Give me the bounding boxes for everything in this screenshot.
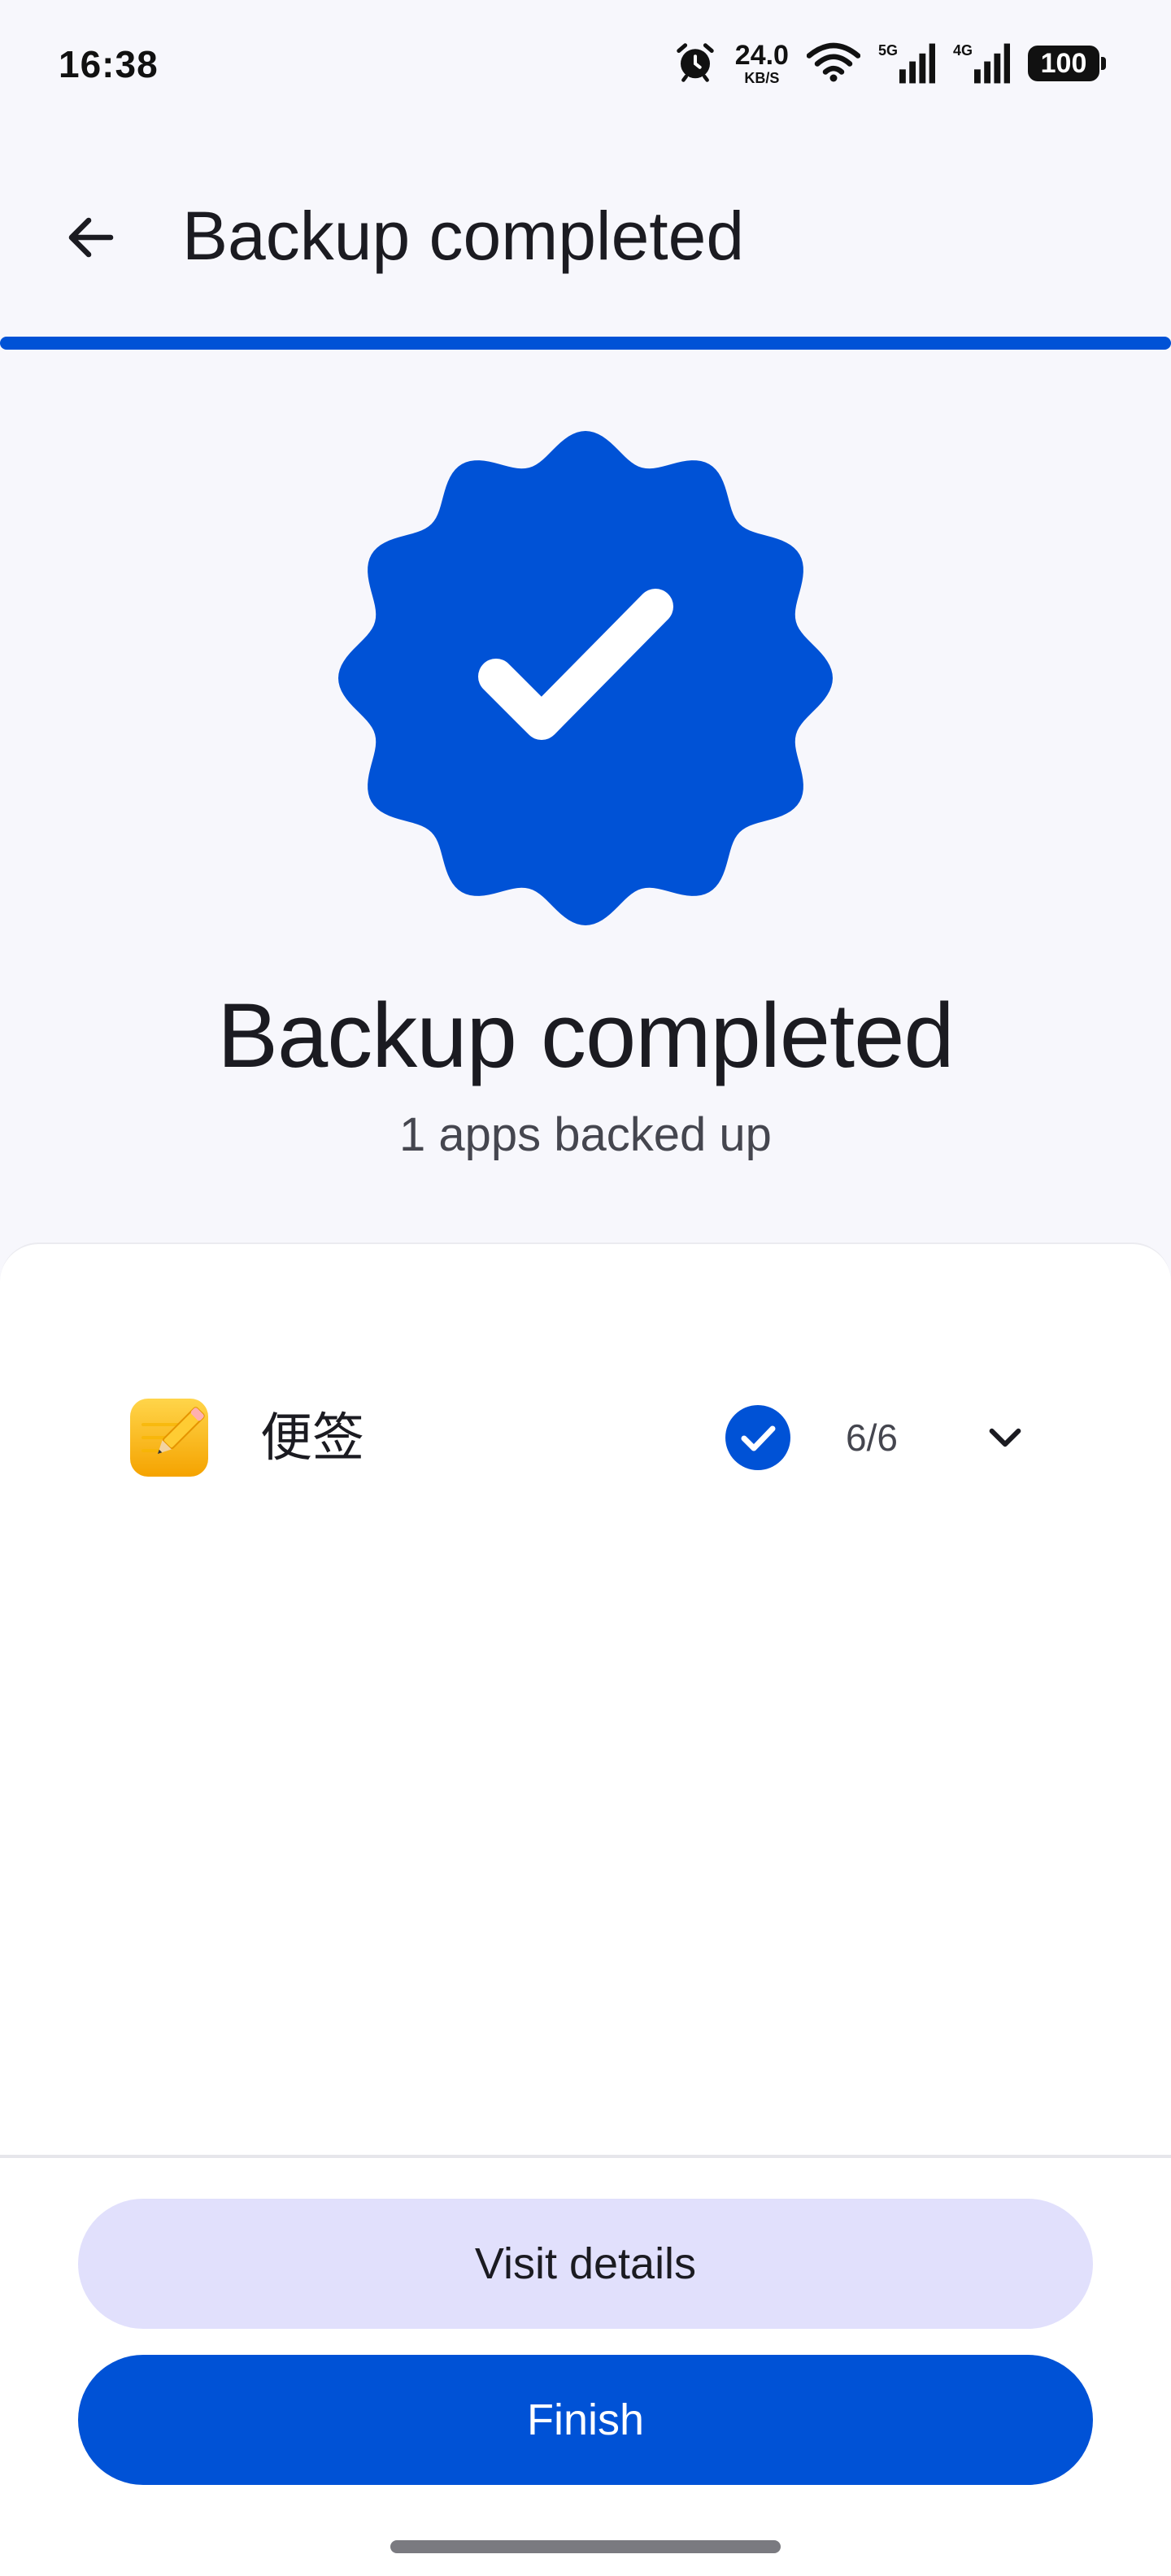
status-icons: 24.0 KB/S 5G 4G 100 bbox=[673, 37, 1106, 89]
signal-bars-icon bbox=[899, 43, 935, 84]
status-bar: 16:38 24.0 KB/S 5G 4G 100 bbox=[0, 0, 1171, 130]
wifi-icon bbox=[806, 41, 861, 86]
check-circle-icon bbox=[725, 1405, 790, 1470]
arrow-back-icon bbox=[68, 217, 114, 258]
hero-title: Backup completed bbox=[217, 985, 954, 1086]
signal-bars-icon bbox=[974, 43, 1010, 84]
list-item-app[interactable]: 便签 6/6 bbox=[0, 1358, 1171, 1521]
expand-button[interactable] bbox=[973, 1405, 1038, 1470]
verified-badge-check-icon bbox=[338, 431, 833, 925]
network-speed-unit: KB/S bbox=[744, 70, 780, 86]
signal-5g: 5G bbox=[878, 43, 935, 84]
app-bar: Backup completed bbox=[0, 163, 1171, 309]
app-name: 便签 bbox=[260, 1408, 364, 1467]
network-speed: 24.0 KB/S bbox=[735, 41, 789, 85]
progress-indicator bbox=[0, 337, 1171, 350]
app-bar-title: Backup completed bbox=[182, 198, 745, 274]
chevron-down-icon bbox=[989, 1428, 1021, 1447]
battery-indicator: 100 bbox=[1028, 46, 1106, 81]
finish-button[interactable]: Finish bbox=[78, 2355, 1093, 2485]
status-time: 16:38 bbox=[59, 43, 159, 85]
signal-4g: 4G bbox=[953, 43, 1010, 84]
hero-subtitle: 1 apps backed up bbox=[399, 1108, 772, 1161]
back-button[interactable] bbox=[46, 192, 137, 283]
signal-5g-label: 5G bbox=[877, 42, 898, 59]
bottom-actions: Visit details Finish bbox=[0, 2158, 1171, 2576]
backup-app-list: 便签 6/6 bbox=[0, 1242, 1171, 2155]
alarm-icon bbox=[673, 40, 717, 88]
home-indicator[interactable] bbox=[390, 2540, 781, 2553]
backup-completed-screen: 16:38 24.0 KB/S 5G 4G 100 Backup complet… bbox=[0, 0, 1171, 2576]
notes-app-icon bbox=[130, 1399, 208, 1477]
visit-details-button[interactable]: Visit details bbox=[78, 2199, 1093, 2329]
item-count: 6/6 bbox=[846, 1416, 898, 1459]
signal-4g-label: 4G bbox=[952, 42, 973, 59]
network-speed-value: 24.0 bbox=[734, 40, 789, 71]
